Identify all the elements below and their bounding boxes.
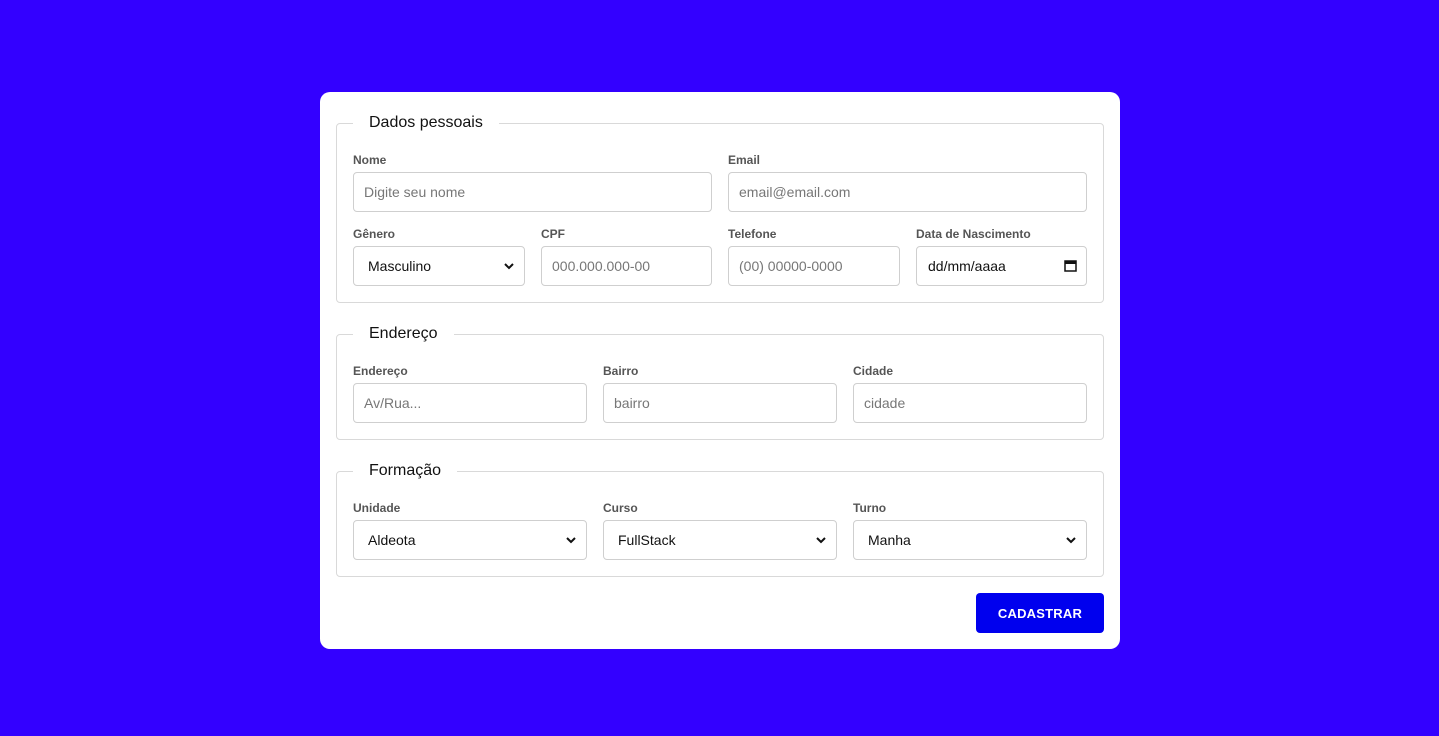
turno-label: Turno [853,501,887,515]
bairro-input[interactable] [603,383,837,423]
unidade-field: Unidade Aldeota [353,500,587,560]
cidade-field: Cidade [853,363,1087,423]
turno-select[interactable]: Manha [853,520,1087,560]
curso-field: Curso FullStack [603,500,837,560]
nascimento-date-value: dd/mm/aaaa [928,258,1006,274]
cpf-label: CPF [541,227,565,241]
cadastrar-button[interactable]: CADASTRAR [976,593,1104,633]
personal-data-legend: Dados pessoais [369,114,483,131]
unidade-select[interactable]: Aldeota [353,520,587,560]
curso-select[interactable]: FullStack [603,520,837,560]
address-legend: Endereço [369,325,438,342]
email-field: Email [728,152,1087,212]
genero-field: Gênero Masculino [353,226,525,286]
endereco-label: Endereço [353,364,408,378]
bairro-field: Bairro [603,363,837,423]
cidade-input[interactable] [853,383,1087,423]
turno-field: Turno Manha [853,500,1087,560]
cpf-input[interactable] [541,246,712,286]
nascimento-label: Data de Nascimento [916,227,1031,241]
unidade-label: Unidade [353,501,401,515]
email-input[interactable] [728,172,1087,212]
cpf-field: CPF [541,226,712,286]
registration-card: Dados pessoais Nome Email Gênero Masculi… [320,92,1120,649]
nome-field: Nome [353,152,712,212]
telefone-field: Telefone [728,226,900,286]
endereco-field: Endereço [353,363,587,423]
endereco-input[interactable] [353,383,587,423]
genero-label: Gênero [353,227,396,241]
nascimento-field: Data de Nascimento dd/mm/aaaa [916,226,1087,286]
nascimento-date-input[interactable]: dd/mm/aaaa [916,246,1087,286]
nome-input[interactable] [353,172,712,212]
cidade-label: Cidade [853,364,894,378]
telefone-input[interactable] [728,246,900,286]
telefone-label: Telefone [728,227,777,241]
bairro-label: Bairro [603,364,639,378]
email-label: Email [728,153,761,167]
education-legend: Formação [369,462,442,479]
curso-label: Curso [603,501,638,515]
nome-label: Nome [353,153,387,167]
genero-select[interactable]: Masculino [353,246,525,286]
